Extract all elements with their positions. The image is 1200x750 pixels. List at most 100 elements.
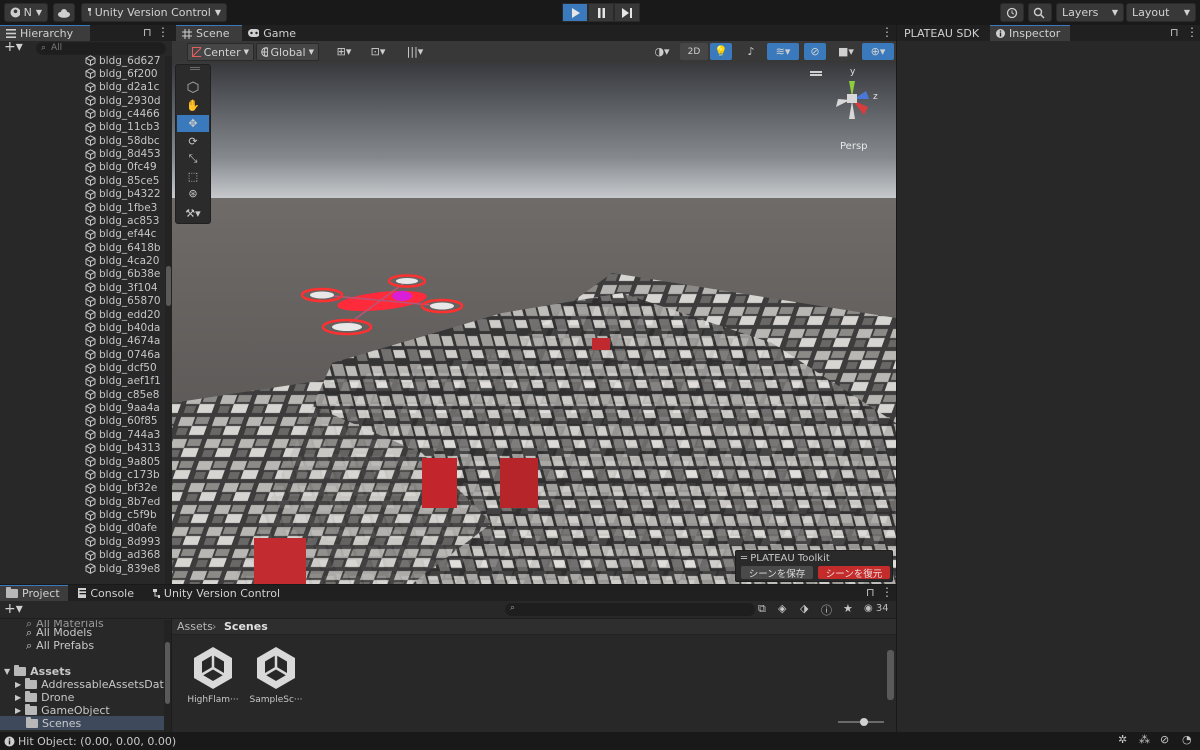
step-button[interactable] (614, 3, 640, 22)
filter-type-icon[interactable]: ◈ (778, 602, 786, 615)
audio-toggle[interactable]: ♪ (740, 43, 762, 60)
hierarchy-item[interactable]: bldg_dcf50 (85, 362, 157, 375)
tab-scene[interactable]: Scene (176, 25, 242, 41)
layout-dropdown[interactable]: Layout ▼ (1126, 3, 1196, 22)
zoom-slider-thumb[interactable] (860, 718, 868, 726)
hierarchy-scrollbar[interactable] (165, 56, 172, 584)
hierarchy-item[interactable]: bldg_6f200 (85, 67, 158, 80)
hierarchy-item[interactable]: bldg_d0afe (85, 522, 157, 535)
hierarchy-item[interactable]: bldg_3f104 (85, 281, 158, 294)
hierarchy-item[interactable]: bldg_d2a1c (85, 81, 159, 94)
view-tool-button[interactable] (177, 78, 209, 95)
rotate-tool-button[interactable]: ⟳ (177, 133, 209, 150)
layers-dropdown[interactable]: Layers ▼ (1056, 3, 1124, 22)
debug-icon[interactable]: ✲ (1118, 733, 1127, 746)
cloud-button[interactable] (53, 3, 75, 22)
network-icon[interactable]: ⁂ (1139, 733, 1150, 746)
hierarchy-item[interactable]: bldg_744a3 (85, 428, 160, 441)
favorite-all-prefabs[interactable]: ⌕ All Prefabs (26, 639, 94, 653)
hierarchy-item[interactable]: bldg_b40da (85, 321, 160, 334)
scrollbar-thumb[interactable] (165, 642, 170, 704)
lock-icon[interactable]: ⊓ (1170, 26, 1179, 39)
more-menu-icon[interactable]: ⋮ (881, 585, 893, 599)
lock-icon[interactable]: ⊓ (866, 586, 875, 599)
more-menu-icon[interactable]: ⋮ (1186, 25, 1198, 39)
hierarchy-item[interactable]: bldg_bf32e (85, 482, 157, 495)
asset-grid-scrollbar[interactable] (887, 650, 894, 700)
hierarchy-item[interactable]: bldg_ac853 (85, 214, 159, 227)
search-filter-icon[interactable]: ⧉ (758, 602, 766, 616)
breadcrumb-root[interactable]: Assets (177, 620, 213, 633)
project-tree-scrollbar[interactable] (164, 620, 171, 732)
hierarchy-item[interactable]: bldg_c5f9b (85, 509, 157, 522)
tab-inspector[interactable]: Inspector (990, 25, 1070, 41)
ruler-button[interactable]: |||▾ (400, 43, 430, 60)
snap-increment-button[interactable]: ⊡▾ (367, 43, 389, 60)
hierarchy-item[interactable]: bldg_839e8 (85, 562, 160, 575)
hierarchy-item[interactable]: bldg_4674a (85, 335, 160, 348)
hierarchy-item[interactable]: bldg_2930d (85, 94, 161, 107)
grid-snap-button[interactable]: ⊞▾ (333, 43, 355, 60)
progress-icon[interactable]: ◔ (1182, 733, 1192, 746)
scale-tool-button[interactable]: ⤡ (177, 150, 209, 167)
camera-button[interactable]: ■▾ (832, 43, 860, 60)
project-search-input[interactable]: ⌕ (505, 603, 755, 616)
more-menu-icon[interactable]: ⋮ (157, 25, 169, 39)
asset-scene-sample[interactable]: SampleSc··· (241, 645, 311, 705)
restore-scene-button[interactable]: シーンを復元 (818, 566, 890, 580)
hierarchy-item[interactable]: bldg_1fbe3 (85, 201, 157, 214)
breadcrumb-current[interactable]: Scenes (224, 620, 268, 633)
pause-button[interactable] (588, 3, 614, 22)
drag-handle-icon[interactable] (190, 67, 200, 70)
add-icon[interactable]: +▾ (4, 601, 23, 617)
hierarchy-item[interactable]: bldg_85ce5 (85, 174, 159, 187)
play-button[interactable] (562, 3, 588, 22)
undo-history-button[interactable] (1000, 3, 1024, 22)
hierarchy-item[interactable]: bldg_c4466 (85, 107, 160, 120)
hierarchy-item[interactable]: bldg_6b38e (85, 268, 160, 281)
folder-assets-root[interactable]: ▼ Assets (4, 665, 71, 678)
hierarchy-item[interactable]: bldg_58dbc (85, 134, 160, 147)
gizmos-button[interactable]: ⊕▾ (862, 43, 894, 60)
add-icon[interactable]: +▾ (4, 39, 23, 55)
search-button[interactable] (1028, 3, 1052, 22)
hierarchy-item[interactable]: bldg_b4322 (85, 188, 161, 201)
star-icon[interactable]: ★ (843, 602, 853, 615)
effects-toggle[interactable]: ≋▾ (767, 43, 799, 60)
save-scene-button[interactable]: シーンを保存 (741, 566, 813, 580)
pivot-dropdown[interactable]: Center ▼ (187, 43, 254, 61)
tab-version-control[interactable]: Unity Version Control (146, 585, 286, 601)
hierarchy-item[interactable]: bldg_0746a (85, 348, 160, 361)
move-tool-button[interactable]: ✥ (177, 115, 209, 132)
hierarchy-item[interactable]: bldg_9aa4a (85, 402, 160, 415)
hierarchy-item[interactable]: bldg_edd20 (85, 308, 160, 321)
view-orientation-gizmo[interactable]: y z Persp (810, 65, 892, 155)
sync-off-icon[interactable]: ⊘ (1160, 733, 1169, 746)
hierarchy-item[interactable]: bldg_ad368 (85, 549, 160, 562)
mode-2d-button[interactable]: 2D (680, 43, 708, 60)
hierarchy-item[interactable]: bldg_8d453 (85, 148, 161, 161)
hierarchy-item[interactable]: bldg_60f85 (85, 415, 158, 428)
tab-plateau-sdk[interactable]: PLATEAU SDK (898, 25, 986, 41)
hidden-packages-counter[interactable]: ◉ 34 (864, 603, 889, 614)
zoom-slider[interactable] (838, 718, 884, 726)
label-icon[interactable]: ⬗ (800, 602, 808, 615)
space-dropdown[interactable]: Global ▼ (256, 43, 319, 61)
visibility-toggle[interactable]: ⊘ (804, 43, 826, 60)
hierarchy-item[interactable]: bldg_aef1f1 (85, 375, 161, 388)
folder-addressable[interactable]: ▶ AddressableAssetsData (15, 678, 171, 691)
lock-icon[interactable]: ⊓ (143, 26, 152, 39)
shading-mode-button[interactable]: ◑▾ (648, 43, 676, 60)
folder-scenes[interactable]: Scenes (26, 717, 81, 730)
rect-tool-button[interactable]: ⬚ (177, 168, 209, 185)
scene-viewport[interactable]: y z Persp (172, 63, 896, 584)
asset-scene-highflame[interactable]: HighFlam··· (178, 645, 248, 705)
hierarchy-item[interactable]: bldg_ef44c (85, 228, 156, 241)
hand-tool-button[interactable]: ✋ (177, 97, 209, 114)
status-text[interactable]: Hit Object: (0.00, 0.00, 0.00) (18, 735, 176, 748)
more-menu-icon[interactable]: ⋮ (881, 25, 893, 39)
tab-project[interactable]: Project (0, 585, 68, 601)
custom-tool-button[interactable]: ⚒▾ (177, 205, 209, 222)
persp-label[interactable]: Persp (840, 141, 868, 152)
lighting-toggle[interactable]: 💡 (710, 43, 732, 60)
